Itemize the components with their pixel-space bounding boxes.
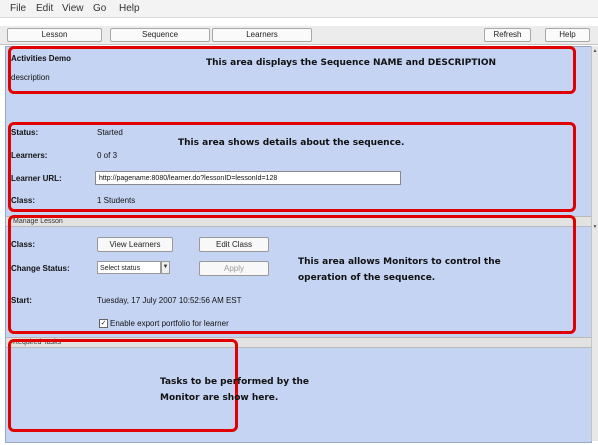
tab-learners[interactable]: Learners — [212, 28, 312, 42]
menu-edit[interactable]: Edit — [36, 3, 53, 14]
scroll-up-icon[interactable]: ▲ — [592, 48, 598, 54]
tab-sequence[interactable]: Sequence — [110, 28, 210, 42]
menu-bar: File Edit View Go Help — [0, 0, 598, 18]
vertical-scrollbar[interactable]: ▲ ▼ — [591, 46, 598, 441]
menu-view[interactable]: View — [62, 3, 84, 14]
scroll-down-icon[interactable]: ▼ — [592, 224, 598, 230]
help-button[interactable]: Help — [545, 28, 590, 42]
control-note-line2: operation of the sequence. — [298, 273, 436, 283]
menu-file[interactable]: File — [10, 3, 26, 14]
tasks-note-line1: Tasks to be performed by the — [160, 377, 310, 387]
menu-go[interactable]: Go — [93, 3, 106, 14]
control-callout — [8, 215, 576, 334]
tasks-note-line2: Monitor are show here. — [160, 393, 279, 403]
sequence-note: This area displays the Sequence NAME and… — [206, 58, 497, 68]
details-note: This area shows details about the sequen… — [178, 138, 405, 148]
refresh-button[interactable]: Refresh — [484, 28, 531, 42]
tab-bar: Lesson Sequence Learners Refresh Help — [0, 26, 598, 45]
control-note-line1: This area allows Monitors to control the — [298, 257, 501, 267]
menu-help[interactable]: Help — [119, 3, 140, 14]
tab-lesson[interactable]: Lesson — [7, 28, 102, 42]
sequence-callout — [8, 46, 576, 94]
